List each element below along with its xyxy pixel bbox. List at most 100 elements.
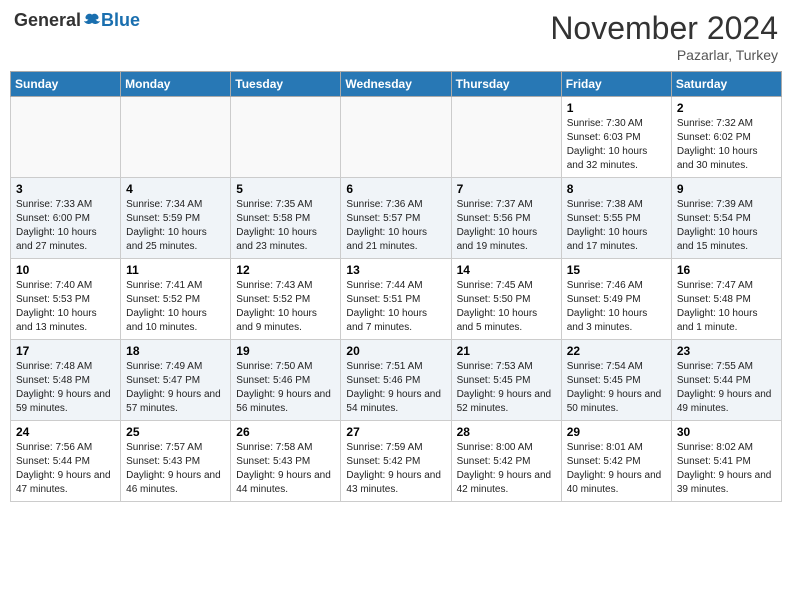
day-cell: 18 Sunrise: 7:49 AMSunset: 5:47 PMDayligh…	[121, 340, 231, 421]
day-cell: 6 Sunrise: 7:36 AMSunset: 5:57 PMDaylight…	[341, 178, 451, 259]
day-number: 13	[346, 263, 445, 277]
weekday-header-wednesday: Wednesday	[341, 72, 451, 97]
day-info: Sunrise: 7:46 AMSunset: 5:49 PMDaylight:…	[567, 279, 666, 335]
day-info: Sunrise: 7:55 AMSunset: 5:44 PMDaylight:…	[677, 360, 776, 416]
day-cell: 19Sunrise: 7:50 AMSunset: 5:46 PMDayligh…	[231, 340, 341, 421]
day-number: 6	[346, 182, 445, 196]
day-cell: 7Sunrise: 7:37 AMSunset: 5:56 PMDaylight…	[451, 178, 561, 259]
day-number: 22	[567, 344, 666, 358]
weekday-header-saturday: Saturday	[671, 72, 781, 97]
logo-general-text: General	[14, 10, 81, 31]
day-number: 14	[457, 263, 556, 277]
day-number: 3	[16, 182, 115, 196]
day-info: Sunrise: 7:43 AMSunset: 5:52 PMDaylight:…	[236, 279, 335, 335]
day-info: Sunrise: 7:33 AMSunset: 6:00 PMDaylight:…	[16, 198, 115, 254]
day-info: Sunrise: 7:48 AMSunset: 5:48 PMDaylight:…	[16, 360, 115, 416]
day-number: 19	[236, 344, 335, 358]
day-cell: 27 Sunrise: 7:59 AMSunset: 5:42 PMDayligh…	[341, 421, 451, 502]
day-info: Sunrise: 7:44 AMSunset: 5:51 PMDaylight:…	[346, 279, 445, 335]
day-info: Sunrise: 7:47 AMSunset: 5:48 PMDaylight:…	[677, 279, 776, 335]
day-cell: 4 Sunrise: 7:34 AMSunset: 5:59 PMDaylight…	[121, 178, 231, 259]
day-info: Sunrise: 7:45 AMSunset: 5:50 PMDaylight:…	[457, 279, 556, 335]
day-number: 18	[126, 344, 225, 358]
day-cell	[11, 97, 121, 178]
day-cell: 2Sunrise: 7:32 AMSunset: 6:02 PMDaylight…	[671, 97, 781, 178]
weekday-header-thursday: Thursday	[451, 72, 561, 97]
day-number: 23	[677, 344, 776, 358]
day-info: Sunrise: 7:56 AMSunset: 5:44 PMDaylight:…	[16, 441, 115, 497]
day-info: Sunrise: 8:01 AMSunset: 5:42 PMDaylight:…	[567, 441, 666, 497]
day-cell: 29 Sunrise: 8:01 AMSunset: 5:42 PMDayligh…	[561, 421, 671, 502]
day-number: 9	[677, 182, 776, 196]
week-row-1: 1 Sunrise: 7:30 AMSunset: 6:03 PMDaylight…	[11, 97, 782, 178]
weekday-header-sunday: Sunday	[11, 72, 121, 97]
day-number: 4	[126, 182, 225, 196]
day-cell	[451, 97, 561, 178]
day-cell: 9 Sunrise: 7:39 AMSunset: 5:54 PMDaylight…	[671, 178, 781, 259]
day-info: Sunrise: 7:36 AMSunset: 5:57 PMDaylight:…	[346, 198, 445, 254]
day-number: 16	[677, 263, 776, 277]
day-cell: 13 Sunrise: 7:44 AMSunset: 5:51 PMDayligh…	[341, 259, 451, 340]
day-info: Sunrise: 7:41 AMSunset: 5:52 PMDaylight:…	[126, 279, 225, 335]
day-cell: 16 Sunrise: 7:47 AMSunset: 5:48 PMDayligh…	[671, 259, 781, 340]
day-number: 27	[346, 425, 445, 439]
day-number: 5	[236, 182, 335, 196]
day-cell: 10Sunrise: 7:40 AMSunset: 5:53 PMDayligh…	[11, 259, 121, 340]
day-info: Sunrise: 7:35 AMSunset: 5:58 PMDaylight:…	[236, 198, 335, 254]
day-cell	[231, 97, 341, 178]
day-number: 7	[457, 182, 556, 196]
day-info: Sunrise: 7:39 AMSunset: 5:54 PMDaylight:…	[677, 198, 776, 254]
day-number: 17	[16, 344, 115, 358]
calendar-table: SundayMondayTuesdayWednesdayThursdayFrid…	[10, 71, 782, 502]
day-cell: 14 Sunrise: 7:45 AMSunset: 5:50 PMDayligh…	[451, 259, 561, 340]
day-cell: 26Sunrise: 7:58 AMSunset: 5:43 PMDayligh…	[231, 421, 341, 502]
day-info: Sunrise: 7:51 AMSunset: 5:46 PMDaylight:…	[346, 360, 445, 416]
day-cell: 28Sunrise: 8:00 AMSunset: 5:42 PMDayligh…	[451, 421, 561, 502]
day-cell: 8 Sunrise: 7:38 AMSunset: 5:55 PMDaylight…	[561, 178, 671, 259]
day-number: 20	[346, 344, 445, 358]
day-info: Sunrise: 7:49 AMSunset: 5:47 PMDaylight:…	[126, 360, 225, 416]
logo: General Blue	[14, 10, 140, 31]
weekday-header-tuesday: Tuesday	[231, 72, 341, 97]
day-info: Sunrise: 7:40 AMSunset: 5:53 PMDaylight:…	[16, 279, 115, 335]
day-cell: 20 Sunrise: 7:51 AMSunset: 5:46 PMDayligh…	[341, 340, 451, 421]
day-number: 26	[236, 425, 335, 439]
day-info: Sunrise: 8:02 AMSunset: 5:41 PMDaylight:…	[677, 441, 776, 497]
day-cell: 15 Sunrise: 7:46 AMSunset: 5:49 PMDayligh…	[561, 259, 671, 340]
location-subtitle: Pazarlar, Turkey	[550, 47, 778, 63]
day-number: 2	[677, 101, 776, 115]
week-row-5: 24Sunrise: 7:56 AMSunset: 5:44 PMDayligh…	[11, 421, 782, 502]
weekday-header-row: SundayMondayTuesdayWednesdayThursdayFrid…	[11, 72, 782, 97]
day-cell: 25Sunrise: 7:57 AMSunset: 5:43 PMDayligh…	[121, 421, 231, 502]
week-row-2: 3 Sunrise: 7:33 AMSunset: 6:00 PMDaylight…	[11, 178, 782, 259]
title-block: November 2024 Pazarlar, Turkey	[550, 10, 778, 63]
day-cell: 30Sunrise: 8:02 AMSunset: 5:41 PMDayligh…	[671, 421, 781, 502]
day-number: 28	[457, 425, 556, 439]
day-info: Sunrise: 7:53 AMSunset: 5:45 PMDaylight:…	[457, 360, 556, 416]
day-cell: 12 Sunrise: 7:43 AMSunset: 5:52 PMDayligh…	[231, 259, 341, 340]
day-number: 15	[567, 263, 666, 277]
day-info: Sunrise: 7:59 AMSunset: 5:42 PMDaylight:…	[346, 441, 445, 497]
day-info: Sunrise: 7:30 AMSunset: 6:03 PMDaylight:…	[567, 117, 666, 173]
week-row-4: 17 Sunrise: 7:48 AMSunset: 5:48 PMDayligh…	[11, 340, 782, 421]
day-number: 11	[126, 263, 225, 277]
day-info: Sunrise: 7:54 AMSunset: 5:45 PMDaylight:…	[567, 360, 666, 416]
day-number: 29	[567, 425, 666, 439]
day-number: 8	[567, 182, 666, 196]
logo-bird-icon	[83, 12, 101, 30]
day-cell: 24Sunrise: 7:56 AMSunset: 5:44 PMDayligh…	[11, 421, 121, 502]
day-number: 12	[236, 263, 335, 277]
day-info: Sunrise: 7:38 AMSunset: 5:55 PMDaylight:…	[567, 198, 666, 254]
page-header: General Blue November 2024 Pazarlar, Tur…	[10, 10, 782, 63]
day-cell	[121, 97, 231, 178]
day-number: 1	[567, 101, 666, 115]
day-cell: 22 Sunrise: 7:54 AMSunset: 5:45 PMDayligh…	[561, 340, 671, 421]
day-cell: 1 Sunrise: 7:30 AMSunset: 6:03 PMDaylight…	[561, 97, 671, 178]
day-cell: 5 Sunrise: 7:35 AMSunset: 5:58 PMDaylight…	[231, 178, 341, 259]
day-number: 25	[126, 425, 225, 439]
week-row-3: 10Sunrise: 7:40 AMSunset: 5:53 PMDayligh…	[11, 259, 782, 340]
day-cell: 3 Sunrise: 7:33 AMSunset: 6:00 PMDaylight…	[11, 178, 121, 259]
day-info: Sunrise: 7:34 AMSunset: 5:59 PMDaylight:…	[126, 198, 225, 254]
day-cell: 23 Sunrise: 7:55 AMSunset: 5:44 PMDayligh…	[671, 340, 781, 421]
weekday-header-friday: Friday	[561, 72, 671, 97]
